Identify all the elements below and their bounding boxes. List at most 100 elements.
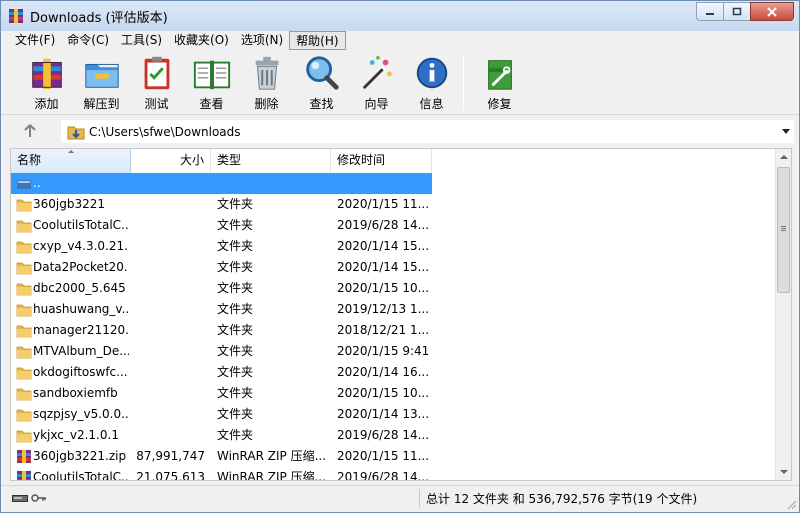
table-row[interactable]: CoolutilsTotalC... 21,075,613 WinRAR ZIP 压… xyxy=(11,467,432,481)
file-name: CoolutilsTotalC... xyxy=(33,470,129,481)
file-modified: 2020/1/15 9:41 xyxy=(337,344,429,358)
menu-options[interactable]: 选项(N) xyxy=(235,31,289,50)
winrar-window: Downloads (评估版本) 文件(F) 命令(C) 工具(S) 收藏夹(O… xyxy=(0,0,800,513)
file-size: 21,075,613 xyxy=(136,470,205,481)
info-label: 信息 xyxy=(419,97,444,111)
parent-folder-row[interactable]: .. xyxy=(11,173,432,194)
scroll-thumb[interactable] xyxy=(777,167,790,293)
folder-icon xyxy=(16,262,32,275)
column-modified[interactable]: 修改时间 xyxy=(331,149,432,173)
status-separator xyxy=(419,489,420,507)
file-modified: 2020/1/14 13... xyxy=(337,407,429,421)
file-size xyxy=(131,362,205,383)
minimize-button[interactable] xyxy=(696,2,724,21)
table-row[interactable]: ykjxc_v2.1.0.1 文件夹 2019/6/28 14... xyxy=(11,425,432,446)
title-bar[interactable]: Downloads (评估版本) xyxy=(1,1,799,31)
file-type: 文件夹 xyxy=(217,302,254,316)
column-type[interactable]: 类型 xyxy=(211,149,331,173)
file-type: 文件夹 xyxy=(217,407,254,421)
scroll-up-arrow[interactable] xyxy=(780,155,788,159)
file-size xyxy=(131,425,205,446)
folder-icon xyxy=(16,430,32,443)
file-name: .. xyxy=(33,176,41,190)
drive-icon[interactable] xyxy=(12,493,28,503)
folder-icon xyxy=(16,325,32,338)
winrar-app-icon[interactable] xyxy=(8,8,24,24)
folder-icon xyxy=(16,241,32,254)
test-button[interactable]: 测试 xyxy=(129,50,184,112)
table-row[interactable]: CoolutilsTotalC... 文件夹 2019/6/28 14... xyxy=(11,215,432,236)
maximize-button[interactable] xyxy=(723,2,751,21)
menu-commands[interactable]: 命令(C) xyxy=(61,31,115,50)
file-rows: .. 360jgb3221 文件夹 2020/1/15 11... CoolutilsT… xyxy=(11,173,776,481)
extract-label: 解压到 xyxy=(83,97,120,111)
extract-icon xyxy=(84,63,119,88)
test-icon xyxy=(144,56,169,90)
add-label: 添加 xyxy=(34,97,59,111)
repair-label: 修复 xyxy=(487,97,512,111)
folder-icon xyxy=(16,388,32,401)
vertical-scrollbar[interactable] xyxy=(775,149,791,480)
status-bar: 总计 12 文件夹 和 536,792,576 字节(19 个文件) xyxy=(1,485,799,512)
file-name: 360jgb3221 xyxy=(33,197,106,211)
find-label: 查找 xyxy=(309,97,334,111)
folder-icon xyxy=(16,220,32,233)
file-type: 文件夹 xyxy=(217,428,254,442)
menu-help[interactable]: 帮助(H) xyxy=(289,31,346,50)
close-button[interactable] xyxy=(750,2,794,21)
table-row[interactable]: Data2Pocket20... 文件夹 2020/1/14 15... xyxy=(11,257,432,278)
repair-button[interactable]: 修复 xyxy=(472,50,527,112)
table-row[interactable]: manager21120... 文件夹 2018/12/21 1... xyxy=(11,320,432,341)
menu-tools[interactable]: 工具(S) xyxy=(115,31,168,50)
file-type: 文件夹 xyxy=(217,260,254,274)
file-size xyxy=(131,236,205,257)
path-field[interactable]: C:\Users\sfwe\Downloads xyxy=(61,120,794,143)
path-text: C:\Users\sfwe\Downloads xyxy=(89,125,241,139)
path-dropdown-arrow[interactable] xyxy=(782,129,790,134)
scroll-down-arrow[interactable] xyxy=(780,470,788,474)
menu-file[interactable]: 文件(F) xyxy=(9,31,61,50)
file-size xyxy=(131,383,205,404)
file-name: huashuwang_v... xyxy=(33,302,129,316)
column-size[interactable]: 大小 xyxy=(131,149,211,173)
resize-grip-icon[interactable] xyxy=(785,498,797,510)
table-row[interactable]: sandboxiemfb 文件夹 2020/1/15 10... xyxy=(11,383,432,404)
folder-icon xyxy=(16,199,32,212)
toolbar-separator xyxy=(463,54,464,110)
table-row[interactable]: okdogiftoswfc... 文件夹 2020/1/14 16... xyxy=(11,362,432,383)
status-summary: 总计 12 文件夹 和 536,792,576 字节(19 个文件) xyxy=(426,492,698,506)
table-row[interactable]: MTVAlbum_De... 文件夹 2020/1/15 9:41 xyxy=(11,341,432,362)
extract-button[interactable]: 解压到 xyxy=(74,50,129,112)
folder-icon xyxy=(16,283,32,296)
delete-button[interactable]: 删除 xyxy=(239,50,294,112)
file-size xyxy=(131,278,205,299)
find-button[interactable]: 查找 xyxy=(294,50,349,112)
file-size xyxy=(131,341,205,362)
file-modified: 2020/1/15 11... xyxy=(337,449,429,463)
key-icon[interactable] xyxy=(31,493,47,503)
wizard-button[interactable]: 向导 xyxy=(349,50,404,112)
file-modified: 2020/1/14 15... xyxy=(337,239,429,253)
info-button[interactable]: 信息 xyxy=(404,50,459,112)
menu-favorites[interactable]: 收藏夹(O) xyxy=(168,31,235,50)
add-button[interactable]: 添加 xyxy=(19,50,74,112)
table-row[interactable]: dbc2000_5.645 文件夹 2020/1/15 10... xyxy=(11,278,432,299)
wizard-icon xyxy=(362,55,392,89)
file-name: manager21120... xyxy=(33,323,129,337)
view-button[interactable]: 查看 xyxy=(184,50,239,112)
up-folder-button[interactable] xyxy=(20,122,40,140)
view-label: 查看 xyxy=(199,97,224,111)
delete-icon xyxy=(255,56,278,90)
file-type: WinRAR ZIP 压缩... xyxy=(217,470,325,481)
column-name[interactable]: 名称 xyxy=(11,149,131,173)
file-name: Data2Pocket20... xyxy=(33,260,129,274)
table-row[interactable]: 360jgb3221 文件夹 2020/1/15 11... xyxy=(11,194,432,215)
table-row[interactable]: sqzpjsy_v5.0.0.... 文件夹 2020/1/14 13... xyxy=(11,404,432,425)
file-name: cxyp_v4.3.0.21... xyxy=(33,239,129,253)
table-row[interactable]: cxyp_v4.3.0.21... 文件夹 2020/1/14 15... xyxy=(11,236,432,257)
table-row[interactable]: 360jgb3221.zip 87,991,747 WinRAR ZIP 压缩...… xyxy=(11,446,432,467)
file-name: MTVAlbum_De... xyxy=(33,344,129,358)
file-type: 文件夹 xyxy=(217,197,254,211)
folder-icon xyxy=(16,304,32,317)
table-row[interactable]: huashuwang_v... 文件夹 2019/12/13 1... xyxy=(11,299,432,320)
